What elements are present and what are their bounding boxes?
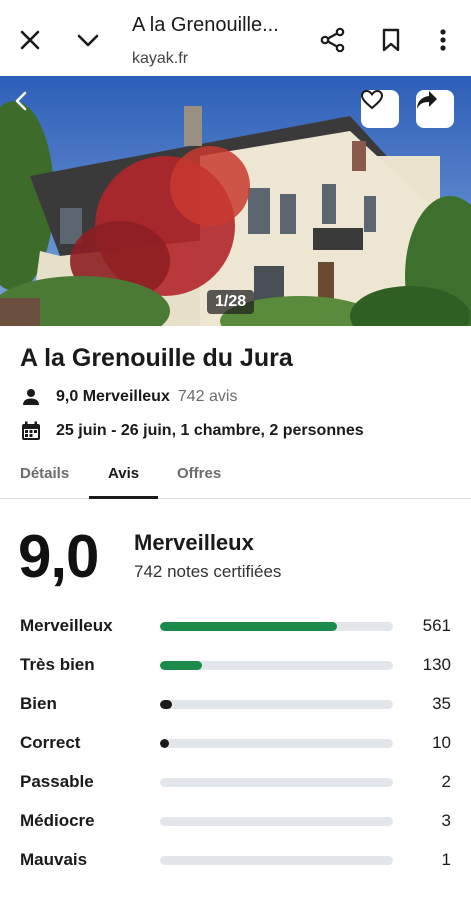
overall-score: 9,0: [18, 523, 99, 590]
distribution-label: Merveilleux: [20, 616, 113, 635]
overall-score-label: Merveilleux: [134, 530, 254, 555]
distribution-row[interactable]: Médiocre 3: [0, 803, 471, 842]
distribution-count: 10: [432, 733, 451, 752]
hotel-photo[interactable]: 1/28: [0, 76, 471, 326]
distribution-label: Médiocre: [20, 811, 95, 830]
distribution-count: 561: [422, 616, 451, 635]
calendar-icon: [20, 420, 42, 442]
rating-summary[interactable]: 9,0 Merveilleux 742 avis: [20, 386, 237, 408]
stay-dates: 25 juin - 26 juin, 1 chambre, 2 personne…: [56, 422, 364, 439]
browser-page-title: A la Grenouille...: [132, 14, 279, 36]
distribution-bar-fill: [160, 622, 337, 631]
distribution-count: 130: [422, 655, 451, 674]
rating-distribution: Merveilleux 561 Très bien 130 Bien 35 Correct 1…: [0, 608, 471, 881]
distribution-label: Bien: [20, 694, 57, 713]
back-icon[interactable]: [14, 90, 42, 118]
distribution-row[interactable]: Merveilleux 561: [0, 608, 471, 647]
distribution-row[interactable]: Bien 35: [0, 686, 471, 725]
share-icon[interactable]: [315, 22, 351, 58]
heart-icon[interactable]: [361, 90, 399, 128]
distribution-label: Passable: [20, 772, 94, 791]
distribution-bar-track: [160, 700, 393, 709]
distribution-label: Mauvais: [20, 850, 88, 869]
distribution-count: 3: [441, 811, 451, 830]
certified-reviews-count: 742 notes certifiées: [134, 562, 282, 581]
distribution-bar-fill: [160, 661, 202, 670]
distribution-count: 1: [441, 850, 451, 869]
rating-score-label: 9,0 Merveilleux: [56, 388, 170, 405]
distribution-count: 35: [432, 694, 451, 713]
distribution-bar-track: [160, 661, 393, 670]
tab-bar: Détails Avis Offres: [0, 455, 471, 499]
distribution-bar-fill: [160, 739, 169, 748]
distribution-bar-track: [160, 739, 393, 748]
distribution-bar-track: [160, 622, 393, 631]
distribution-row[interactable]: Correct 10: [0, 725, 471, 764]
active-tab-indicator: [89, 496, 158, 499]
distribution-bar-track: [160, 817, 393, 826]
person-icon: [20, 386, 42, 408]
distribution-row[interactable]: Mauvais 1: [0, 842, 471, 881]
stay-details[interactable]: 25 juin - 26 juin, 1 chambre, 2 personne…: [20, 420, 364, 442]
reviews-count: 742 avis: [177, 388, 238, 405]
photo-counter: 1/28: [207, 290, 255, 314]
bookmark-icon[interactable]: [373, 22, 409, 58]
close-icon[interactable]: [12, 22, 48, 58]
tab-details[interactable]: Détails: [20, 465, 69, 482]
distribution-bar-fill: [160, 700, 172, 709]
chevron-down-icon[interactable]: [70, 22, 106, 58]
distribution-row[interactable]: Très bien 130: [0, 647, 471, 686]
distribution-label: Correct: [20, 733, 81, 752]
browser-url[interactable]: kayak.fr: [132, 50, 188, 68]
browser-toolbar: A la Grenouille... kayak.fr: [0, 0, 471, 76]
distribution-bar-track: [160, 778, 393, 787]
tab-reviews[interactable]: Avis: [108, 465, 139, 482]
tab-offers[interactable]: Offres: [177, 465, 221, 482]
distribution-count: 2: [441, 772, 451, 791]
distribution-row[interactable]: Passable 2: [0, 764, 471, 803]
distribution-label: Très bien: [20, 655, 95, 674]
share-arrow-icon[interactable]: [416, 90, 454, 128]
distribution-bar-track: [160, 856, 393, 865]
hotel-name: A la Grenouille du Jura: [20, 344, 293, 372]
more-vert-icon[interactable]: [425, 22, 461, 58]
